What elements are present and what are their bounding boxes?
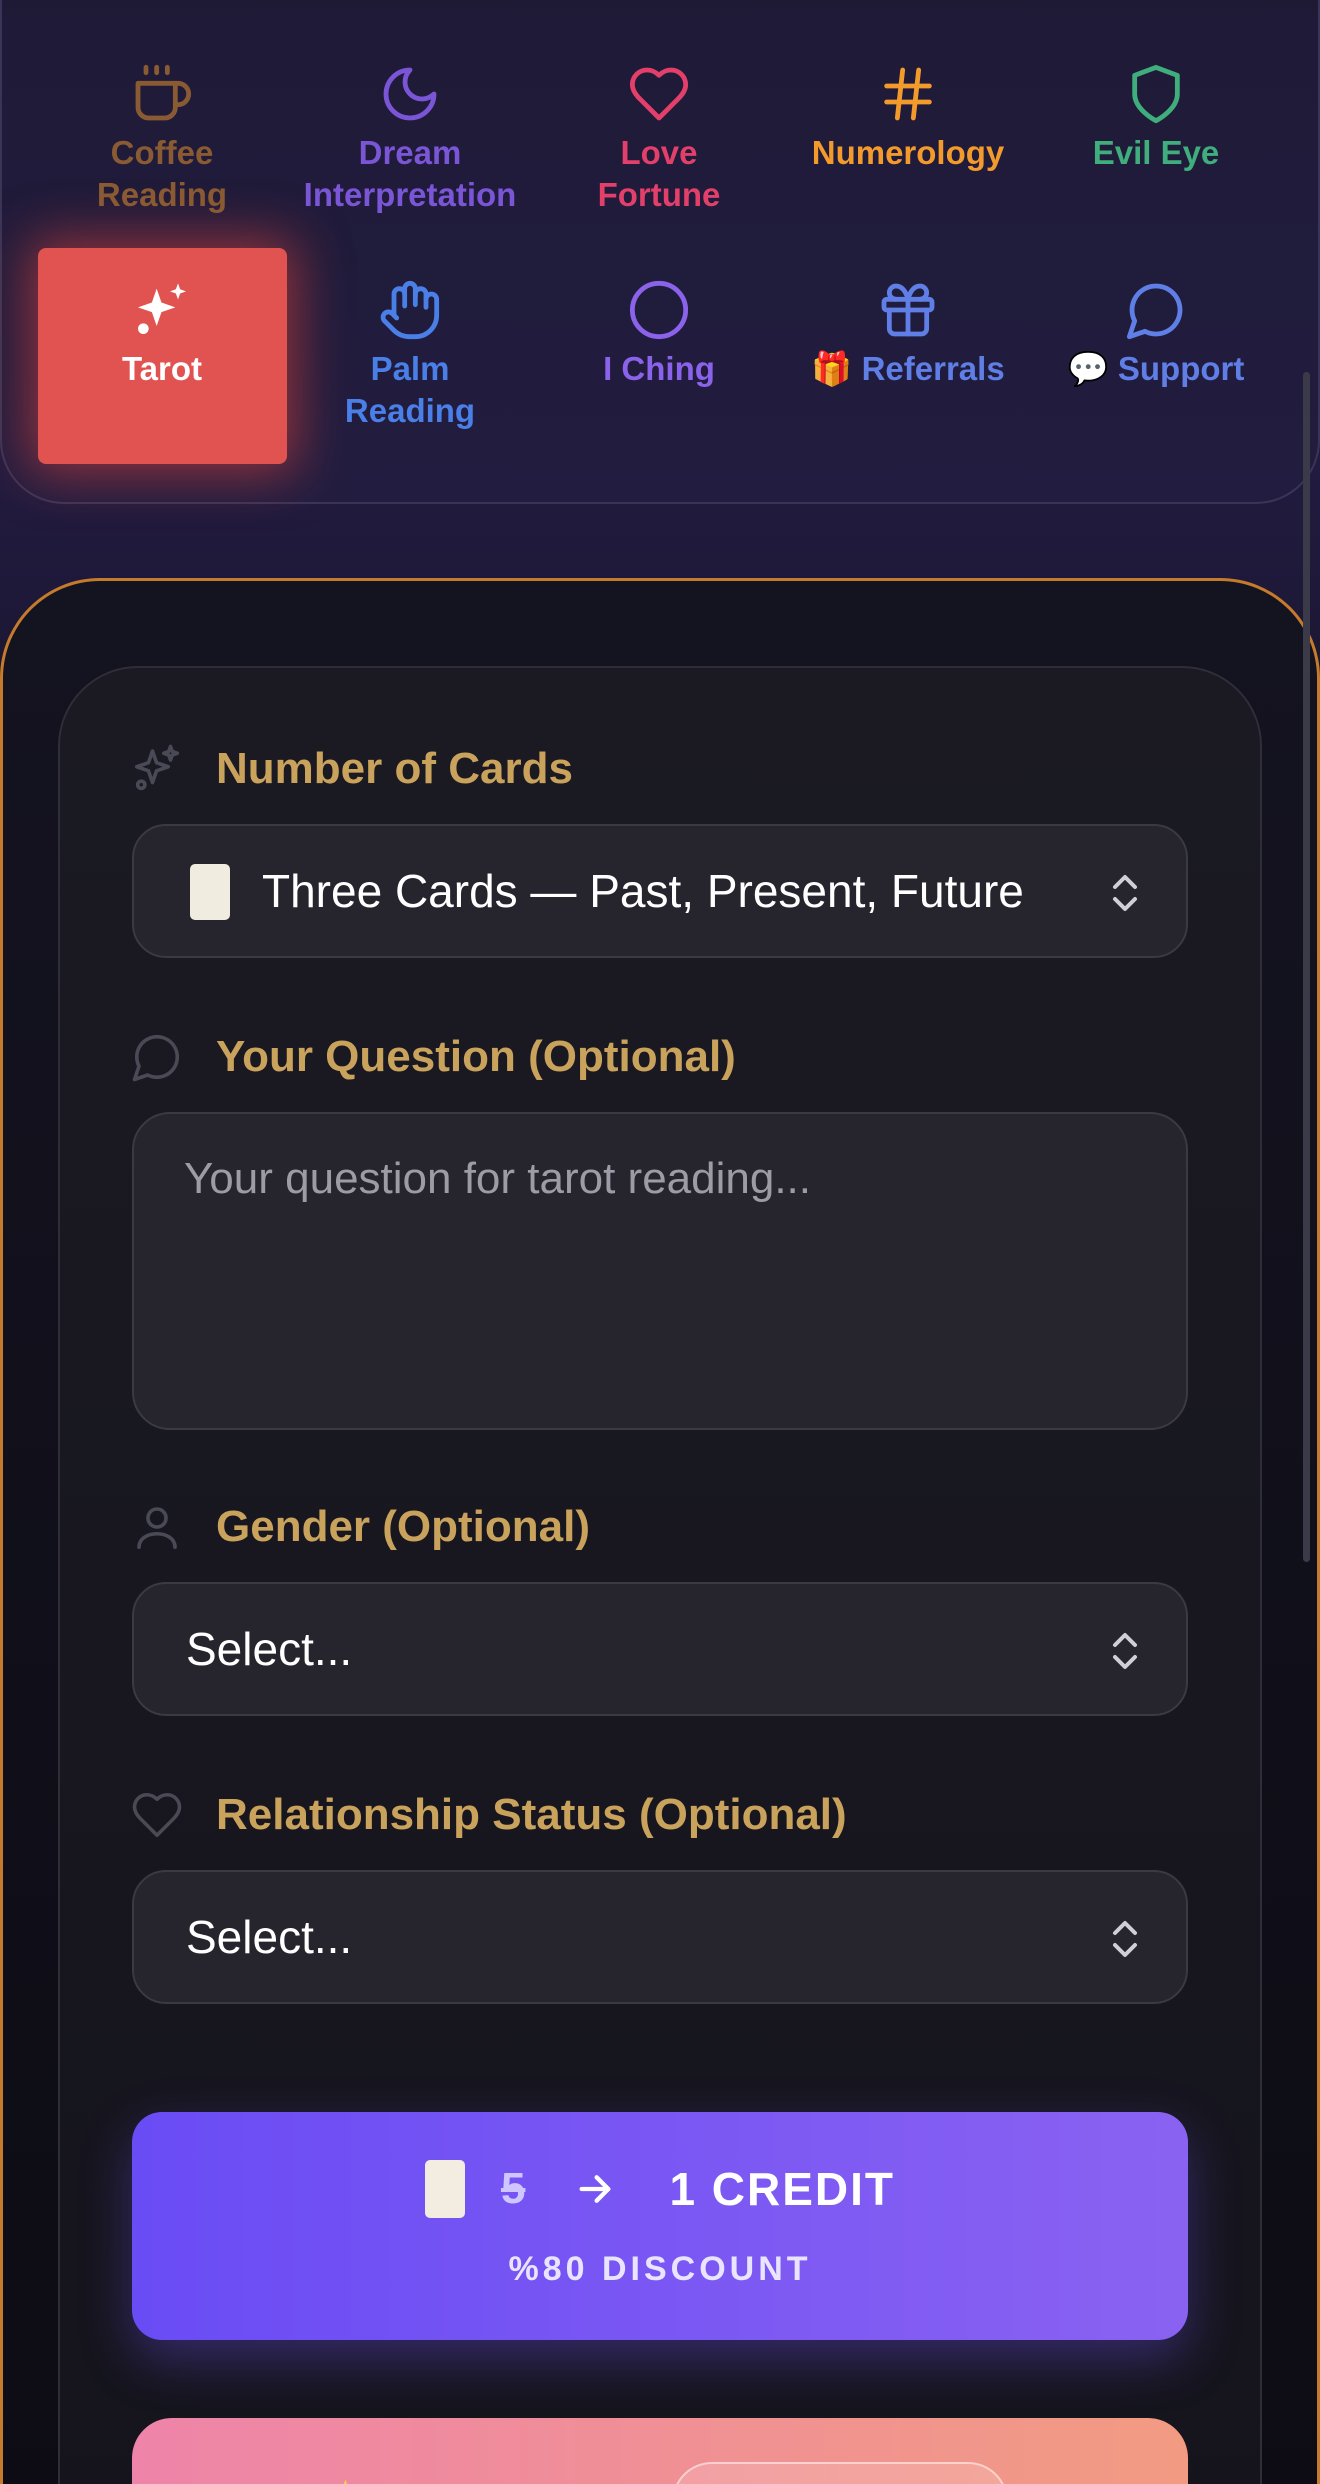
cta-price-row: 5 1 CREDIT (132, 2154, 1188, 2224)
arrow-right-icon (579, 2175, 611, 2203)
circle-icon (627, 278, 691, 342)
chat-bubble-icon (1124, 278, 1188, 342)
nav-label-line1: I Ching (603, 350, 715, 387)
nav-label-line2: Interpretation (303, 176, 517, 213)
gift-icon (876, 278, 940, 342)
secondary-pill (672, 2462, 1008, 2484)
nav-item-tarot[interactable]: Tarot (38, 278, 286, 390)
heart-icon (130, 1788, 184, 1842)
relationship-label: Relationship Status (Optional) (216, 1790, 847, 1839)
secondary-action-button[interactable]: ★ (132, 2418, 1188, 2484)
old-price: 5 (500, 2164, 526, 2213)
nav-label-line1: Coffee (110, 134, 214, 171)
chat-bubble-icon (130, 1030, 184, 1084)
nav-label-line2: Fortune (597, 176, 721, 213)
cards-select-value: Three Cards — Past, Present, Future (262, 865, 1024, 917)
question-label: Your Question (Optional) (216, 1032, 736, 1081)
cards-select[interactable]: Three Cards — Past, Present, Future (132, 824, 1188, 958)
joker-card-icon (190, 864, 230, 920)
nav-label-line2: Reading (344, 392, 476, 429)
relationship-select[interactable]: Select... (132, 1870, 1188, 2004)
shield-icon (1124, 62, 1188, 126)
coffee-icon (130, 62, 194, 126)
hash-icon (876, 62, 940, 126)
nav-item-referrals[interactable]: 🎁 Referrals (784, 278, 1032, 390)
new-price: 1 CREDIT (669, 2163, 896, 2215)
star-icon: ★ (332, 2474, 359, 2484)
chevron-updown-icon (1113, 875, 1137, 911)
hand-icon (378, 278, 442, 342)
nav-item-palm-reading[interactable]: Palm Reading (286, 278, 534, 432)
nav-item-evil-eye[interactable]: Evil Eye (1032, 62, 1280, 174)
chevron-updown-icon (1113, 1921, 1137, 1957)
nav-label-line2: Reading (96, 176, 228, 213)
cards-label: Number of Cards (216, 744, 573, 793)
nav-label-line1: Dream (358, 134, 462, 171)
nav-label-line1: 💬 Support (1067, 350, 1245, 387)
nav-label-line1: Evil Eye (1092, 134, 1220, 171)
nav-item-support[interactable]: 💬 Support (1032, 278, 1280, 390)
nav-item-i-ching[interactable]: I Ching (535, 278, 783, 390)
nav-item-dream-interpretation[interactable]: Dream Interpretation (286, 62, 534, 216)
moon-icon (378, 62, 442, 126)
gender-select[interactable]: Select... (132, 1582, 1188, 1716)
chevron-updown-icon (1113, 1633, 1137, 1669)
joker-card-icon (424, 2160, 465, 2218)
discount-label: %80 DISCOUNT (508, 2250, 812, 2288)
sparkles-icon (130, 278, 194, 342)
nav-label-line1: Love (620, 134, 698, 171)
gender-select-value: Select... (186, 1623, 353, 1675)
nav-item-coffee-reading[interactable]: Coffee Reading (38, 62, 286, 216)
start-reading-button[interactable]: 5 1 CREDIT %80 DISCOUNT (132, 2112, 1188, 2340)
user-icon (130, 1500, 184, 1554)
question-textarea[interactable]: Your question for tarot reading... (132, 1112, 1188, 1430)
nav-item-numerology[interactable]: Numerology (784, 62, 1032, 174)
relationship-select-value: Select... (186, 1911, 353, 1963)
sparkles-icon (130, 742, 184, 796)
gender-label: Gender (Optional) (216, 1502, 590, 1551)
nav-item-love-fortune[interactable]: Love Fortune (535, 62, 783, 216)
nav-label-line1: Tarot (121, 350, 203, 387)
nav-label-line1: Palm (370, 350, 450, 387)
scrollbar[interactable] (1303, 372, 1310, 1562)
heart-icon (627, 62, 691, 126)
nav-label-line1: Numerology (811, 134, 1005, 171)
nav-label-line1: 🎁 Referrals (811, 350, 1005, 387)
question-placeholder: Your question for tarot reading... (184, 1154, 811, 1203)
